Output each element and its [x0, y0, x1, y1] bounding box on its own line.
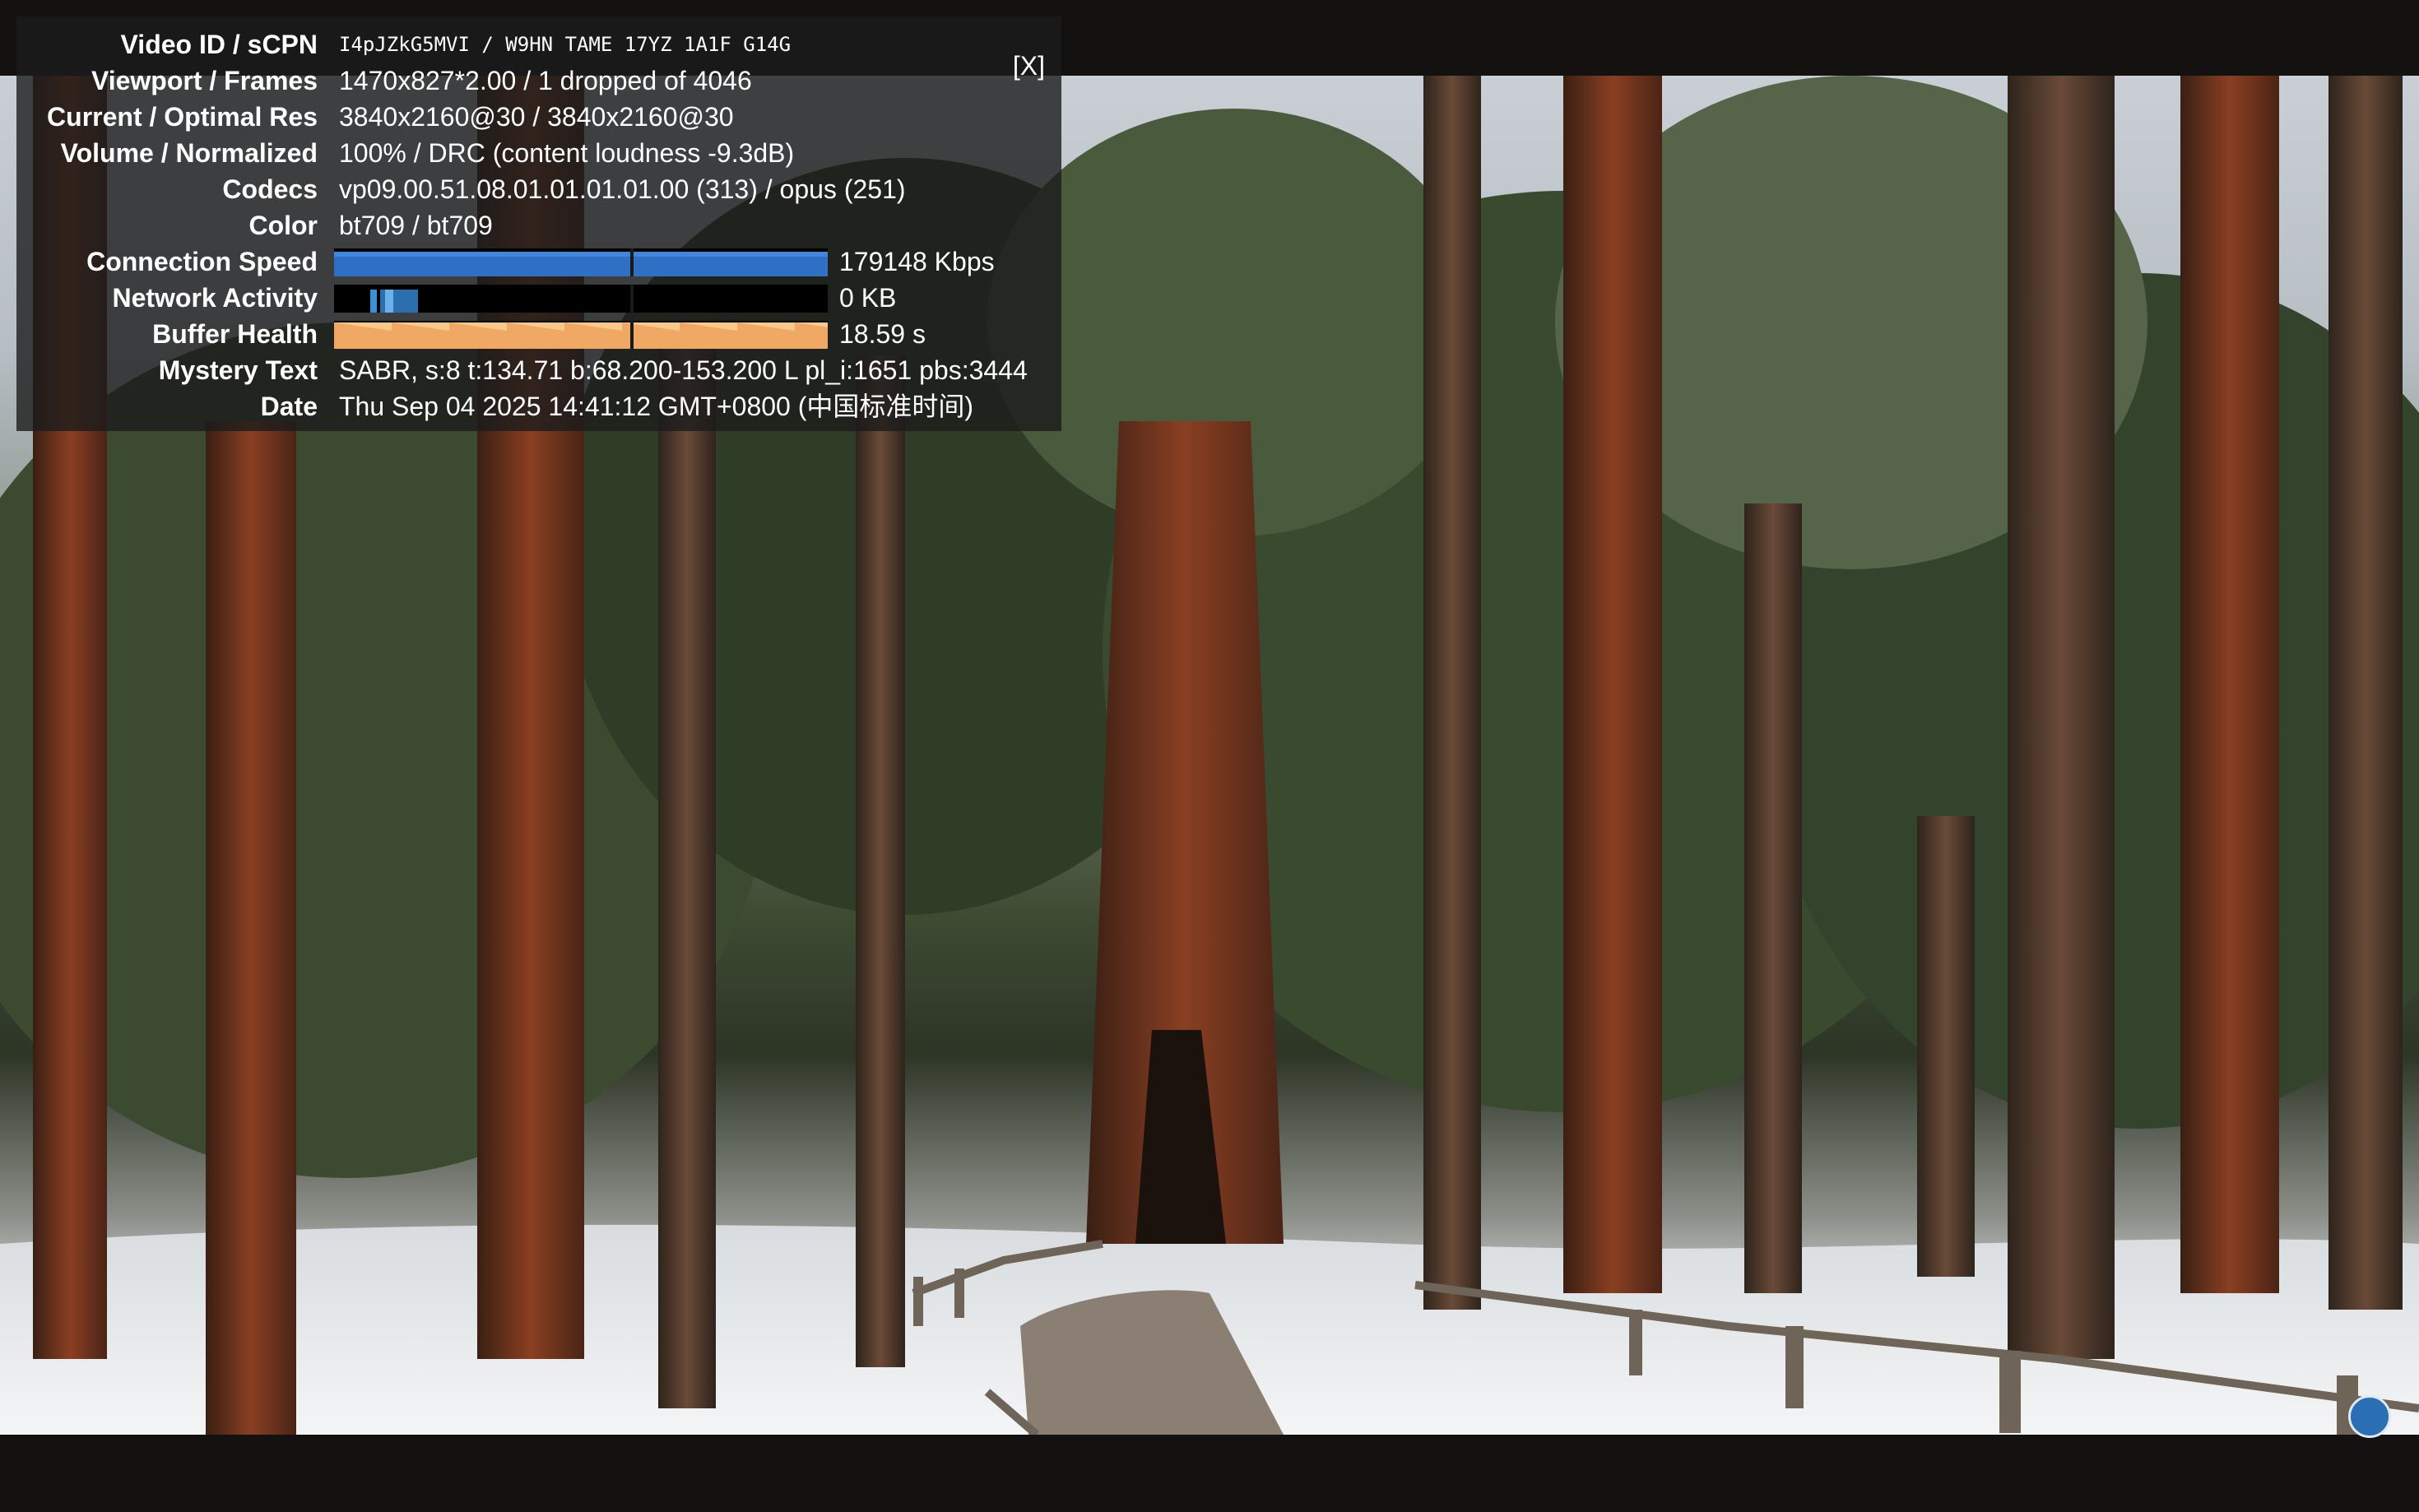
connection-speed-graph [334, 248, 828, 276]
buffer-health-graph [334, 321, 828, 349]
stats-value: 179148 Kbps [839, 247, 995, 276]
stats-label: Volume / Normalized [60, 138, 318, 168]
stats-label: Viewport / Frames [91, 66, 318, 95]
stats-value: I4pJZkG5MVI / W9HN TAME 17YZ 1A1F G14G [339, 33, 792, 56]
stats-row-video-id: Video ID / sCPN I4pJZkG5MVI / W9HN TAME … [16, 26, 1061, 63]
network-activity-graph [334, 285, 828, 313]
stats-label: Buffer Health [152, 319, 318, 349]
channel-badge-icon[interactable] [2348, 1395, 2391, 1438]
stats-value: bt709 / bt709 [339, 211, 493, 240]
stats-label: Color [248, 211, 318, 240]
stats-row-volume: Volume / Normalized 100% / DRC (content … [16, 135, 1061, 171]
stats-label: Mystery Text [158, 355, 318, 385]
stats-label: Current / Optimal Res [47, 102, 318, 132]
stats-value: Thu Sep 04 2025 14:41:12 GMT+0800 (中国标准时… [339, 392, 974, 421]
stats-value: 100% / DRC (content loudness -9.3dB) [339, 138, 795, 168]
stats-label: Date [260, 392, 318, 421]
video-player[interactable]: [X] Video ID / sCPN I4pJZkG5MVI / W9HN T… [0, 0, 2419, 1512]
stats-value: 18.59 s [839, 319, 926, 349]
stats-label: Connection Speed [86, 247, 318, 276]
stats-row-connection-speed: Connection Speed 179148 Kbps [16, 243, 1061, 280]
stats-value: vp09.00.51.08.01.01.01.01.00 (313) / opu… [339, 174, 906, 204]
stats-label: Video ID / sCPN [120, 30, 318, 59]
stats-row-color: Color bt709 / bt709 [16, 207, 1061, 243]
stats-value: 1470x827*2.00 / 1 dropped of 4046 [339, 66, 752, 95]
stats-row-buffer-health: Buffer Health 18.59 s [16, 316, 1061, 352]
stats-value: SABR, s:8 t:134.71 b:68.200-153.200 L pl… [339, 355, 1028, 385]
stats-label: Network Activity [112, 283, 318, 313]
stats-row-mystery-text: Mystery Text SABR, s:8 t:134.71 b:68.200… [16, 352, 1061, 388]
stats-row-codecs: Codecs vp09.00.51.08.01.01.01.01.00 (313… [16, 171, 1061, 207]
stats-row-network-activity: Network Activity 0 KB [16, 280, 1061, 316]
stats-label: Codecs [222, 174, 318, 204]
stats-row-resolution: Current / Optimal Res 3840x2160@30 / 384… [16, 99, 1061, 135]
stats-value: 3840x2160@30 / 3840x2160@30 [339, 102, 734, 132]
stats-row-date: Date Thu Sep 04 2025 14:41:12 GMT+0800 (… [16, 388, 1061, 424]
stats-row-viewport: Viewport / Frames 1470x827*2.00 / 1 drop… [16, 63, 1061, 99]
stats-for-nerds-panel: [X] Video ID / sCPN I4pJZkG5MVI / W9HN T… [16, 16, 1061, 431]
stats-value: 0 KB [839, 283, 897, 313]
